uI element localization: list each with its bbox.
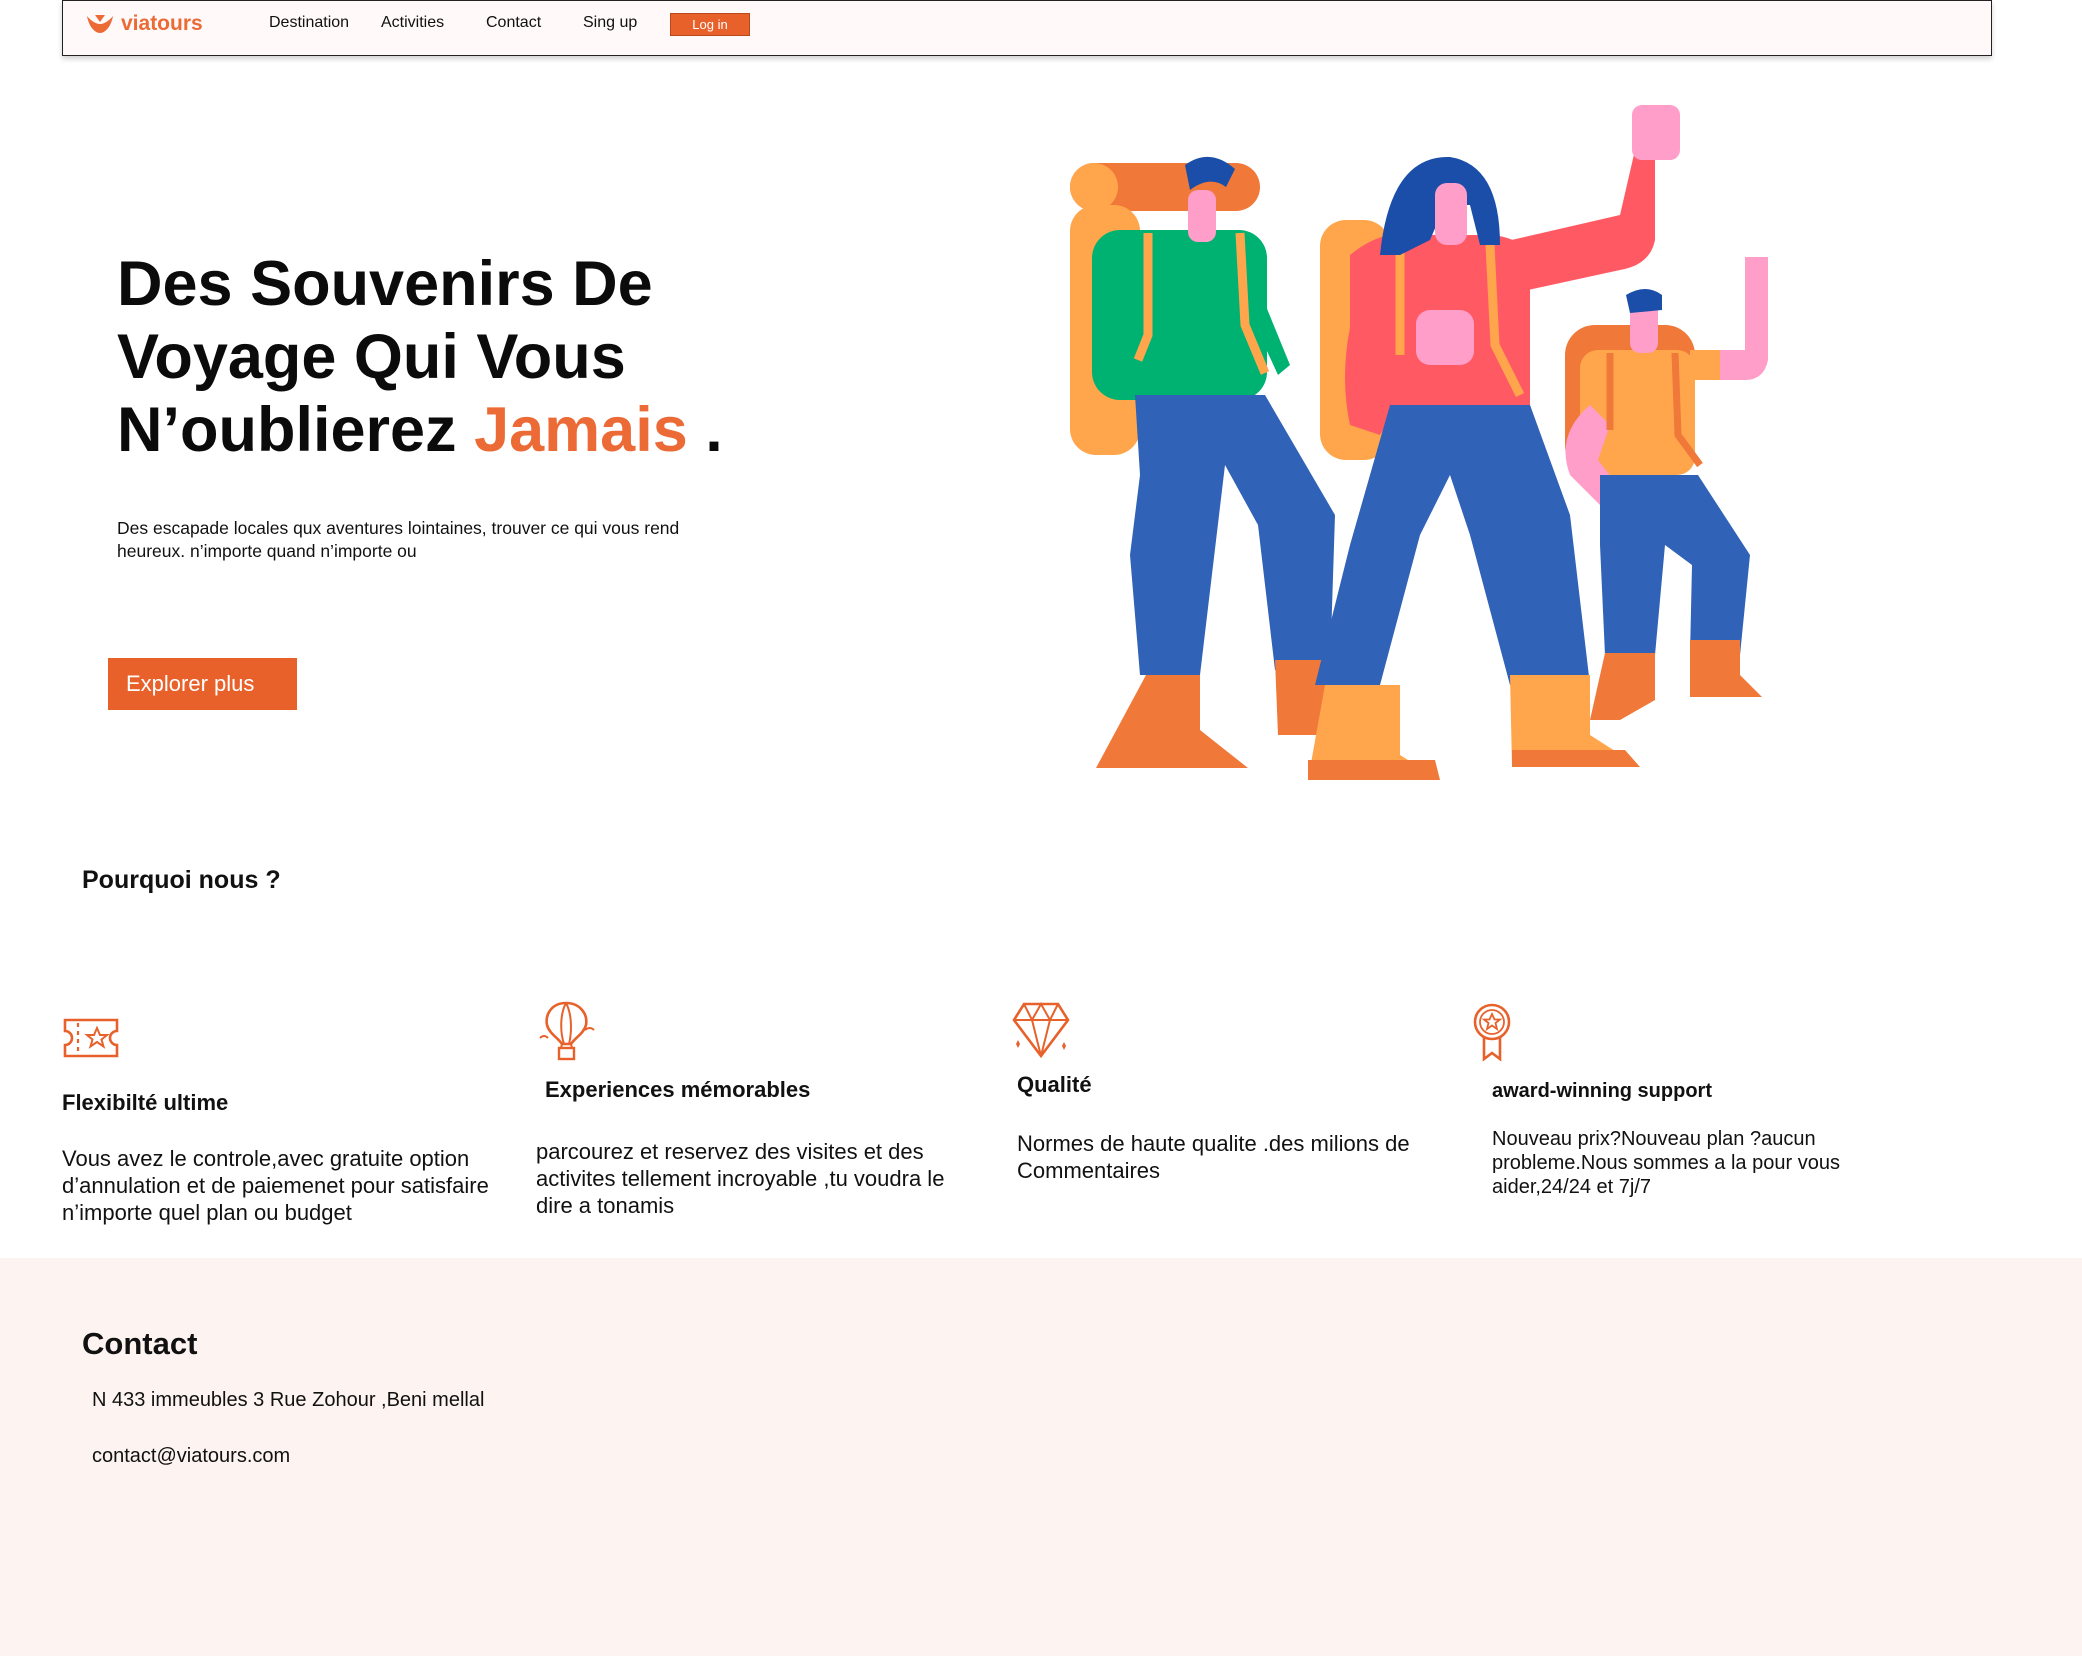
nav-link-destination[interactable]: Destination bbox=[269, 14, 349, 32]
backpack-roll-end bbox=[1070, 163, 1118, 211]
logo[interactable]: viatours bbox=[85, 9, 203, 39]
login-button[interactable]: Log in bbox=[670, 13, 750, 36]
nav-link-activities[interactable]: Activities bbox=[381, 14, 444, 32]
why-us-title: Pourquoi nous ? bbox=[82, 866, 281, 894]
man-shoe-left bbox=[1096, 675, 1248, 768]
feature-text-support: Nouveau prix?Nouveau plan ?aucun problem… bbox=[1492, 1128, 1840, 1198]
logo-icon bbox=[87, 15, 113, 33]
woman-head bbox=[1435, 183, 1467, 245]
nav-link-contact[interactable]: Contact bbox=[486, 14, 541, 32]
woman-arm-raised bbox=[1490, 150, 1655, 295]
explore-button[interactable]: Explorer plus bbox=[108, 658, 297, 710]
feature-title-flexibility: Flexibilté ultime bbox=[62, 1090, 229, 1115]
hero-subtitle: Des escapade locales qux aventures loint… bbox=[117, 518, 680, 561]
man-head bbox=[1188, 190, 1216, 242]
feature-text-experiences: parcourez et reservez des visites et des… bbox=[536, 1139, 945, 1218]
feature-text-flexibility: Vous avez le controle,avec gratuite opti… bbox=[62, 1146, 489, 1225]
diamond-icon bbox=[1012, 1001, 1070, 1059]
contact-title: Contact bbox=[82, 1326, 198, 1361]
logo-text: viatours bbox=[121, 12, 203, 35]
award-icon bbox=[1473, 1003, 1511, 1062]
hero-title-end: . bbox=[705, 395, 723, 465]
hot-air-balloon-icon bbox=[539, 1001, 595, 1061]
travelers-illustration bbox=[1070, 105, 1768, 780]
boy-shoe-right bbox=[1690, 640, 1762, 697]
navbar: viatours Destination Activities Contact … bbox=[62, 0, 1992, 56]
footer bbox=[0, 1258, 2082, 1656]
nav-link-signup[interactable]: Sing up bbox=[583, 14, 637, 32]
ticket-icon bbox=[63, 1018, 119, 1058]
feature-title-support: award-winning support bbox=[1492, 1080, 1712, 1102]
boy-legs bbox=[1600, 475, 1750, 655]
feature-title-experiences: Experiences mémorables bbox=[545, 1077, 811, 1102]
boy-sleeve bbox=[1690, 350, 1720, 380]
contact-email[interactable]: contact@viatours.com bbox=[92, 1445, 290, 1468]
boy-hair bbox=[1626, 289, 1662, 313]
feature-title-quality: Qualité bbox=[1017, 1072, 1092, 1097]
woman-hand-left bbox=[1416, 310, 1474, 365]
feature-text-quality: Normes de haute qualite .des milions de … bbox=[1017, 1131, 1410, 1183]
hero-title-accent: Jamais bbox=[474, 395, 688, 465]
man-legs bbox=[1130, 395, 1335, 675]
woman-shoe-sole-right bbox=[1512, 750, 1640, 767]
woman-hand-raised bbox=[1632, 105, 1680, 160]
woman-shoe-sole-left bbox=[1308, 760, 1440, 780]
boy-shoe-left bbox=[1590, 653, 1655, 720]
hero-title: Des Souvenirs De Voyage Qui Vous N’oubli… bbox=[117, 248, 817, 467]
contact-address: N 433 immeubles 3 Rue Zohour ,Beni mella… bbox=[92, 1389, 485, 1411]
